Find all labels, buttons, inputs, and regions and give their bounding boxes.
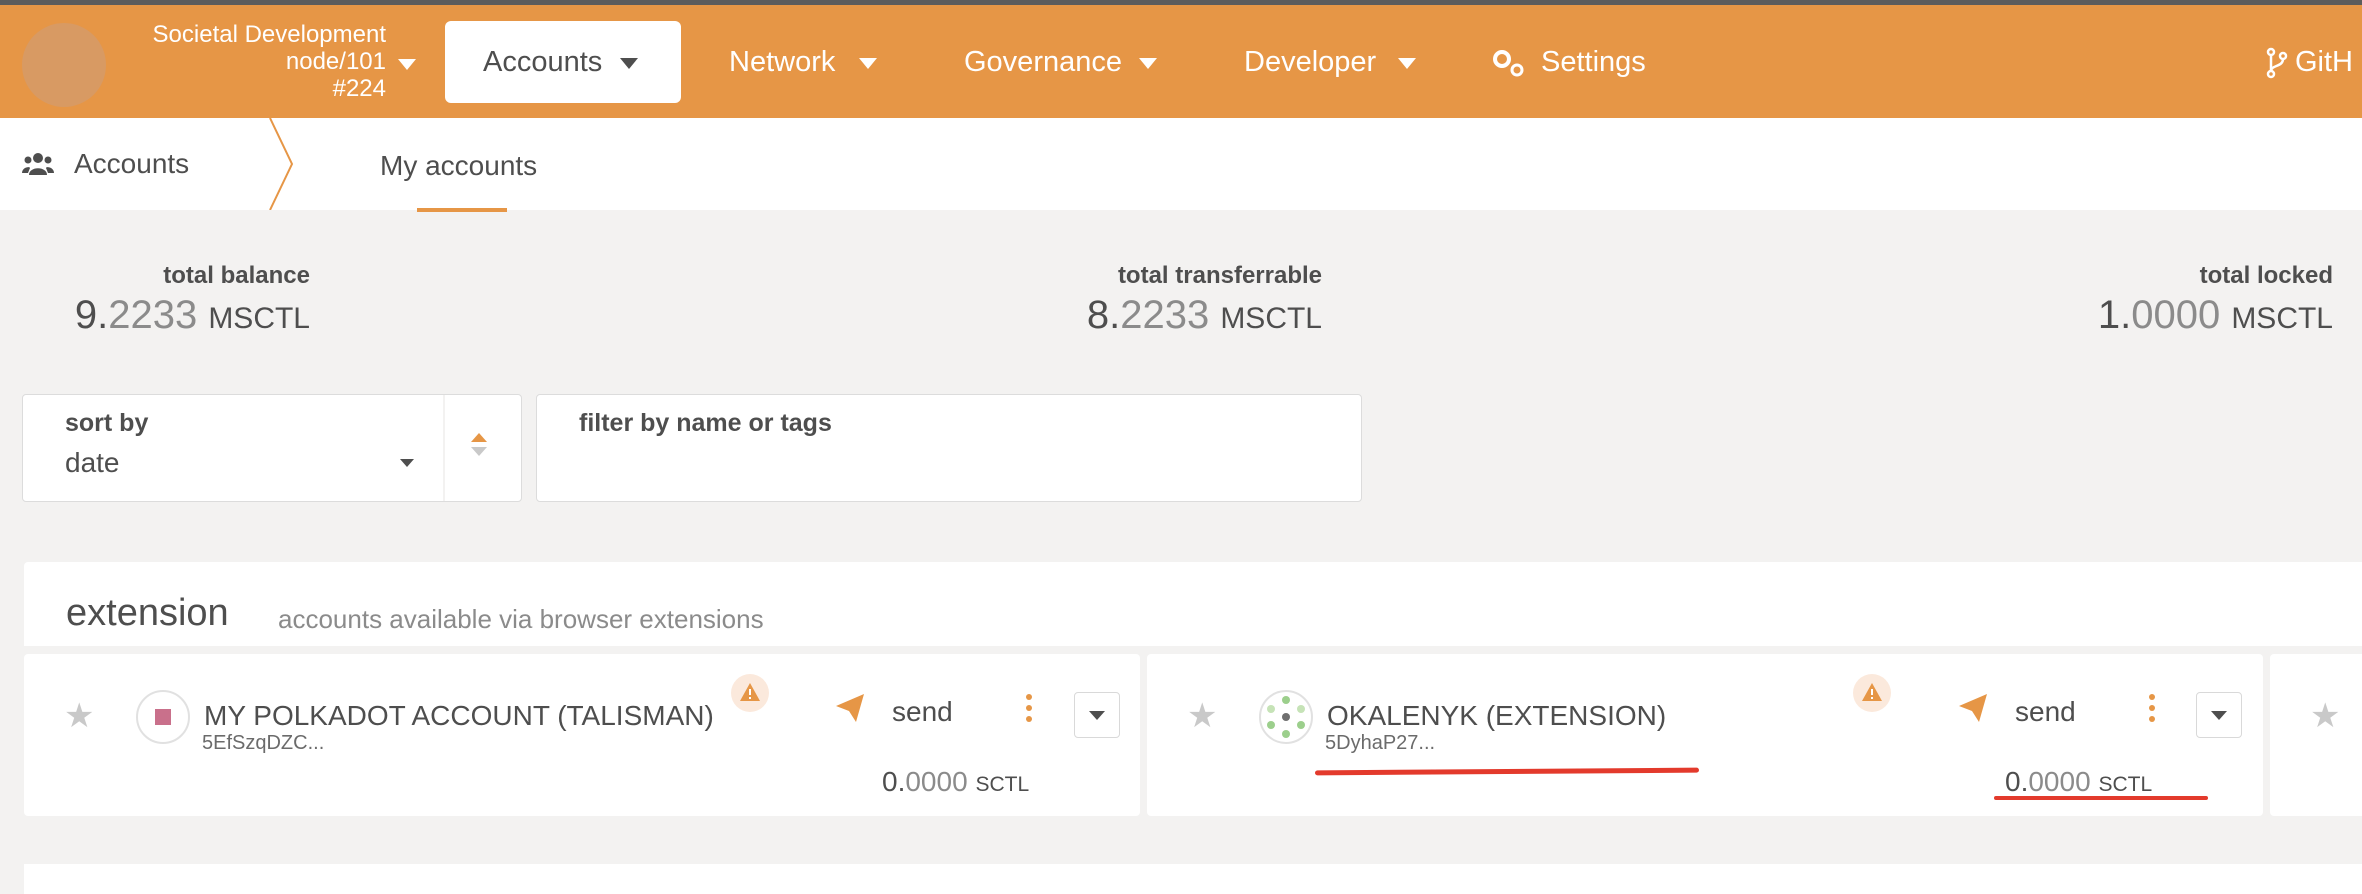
total-transferrable-dec: 2233	[1120, 293, 1210, 337]
total-locked-unit: MSCTL	[2231, 302, 2333, 335]
nav-network[interactable]: Network	[729, 46, 835, 79]
total-locked-dec: 0000	[2131, 293, 2221, 337]
breadcrumb-accounts[interactable]: Accounts	[74, 148, 189, 180]
account-balance: 0.0000 SCTL	[2005, 766, 2152, 798]
chain-selector[interactable]: Societal Development node/101 #224	[120, 21, 386, 102]
total-balance-label: total balance	[163, 262, 310, 289]
nav-github[interactable]: GitH	[2295, 46, 2353, 79]
balance-unit: SCTL	[975, 773, 1030, 796]
chevron-down-icon	[620, 58, 638, 69]
gears-icon	[1493, 50, 1524, 77]
chevron-down-icon[interactable]	[1398, 58, 1416, 69]
node-version: node/101	[285, 48, 386, 75]
total-balance-value: 9.2233 MSCTL	[30, 293, 310, 338]
nav-settings[interactable]: Settings	[1541, 46, 1646, 79]
chevron-down-icon	[2211, 711, 2227, 720]
breadcrumb-separator	[269, 118, 294, 210]
warning-icon	[731, 674, 769, 712]
block-number: #224	[332, 75, 386, 102]
sort-dropdown[interactable]: sort by date	[22, 394, 522, 502]
sub-navbar	[0, 118, 2362, 210]
expand-button[interactable]	[2196, 692, 2242, 738]
balance-int: 0.	[2005, 766, 2029, 797]
total-locked-label: total locked	[2199, 262, 2333, 289]
nav-developer[interactable]: Developer	[1244, 46, 1376, 79]
section-description: accounts available via browser extension…	[278, 604, 764, 634]
paper-plane-icon[interactable]	[1957, 692, 1989, 724]
chain-chevron-down-icon[interactable]	[398, 59, 416, 70]
balance-int: 0.	[882, 766, 906, 797]
total-balance-dec: 2233	[108, 293, 198, 337]
account-card: ★ OKALENYK (EXTENSION) 5DyhaP27... send …	[1147, 654, 2263, 816]
git-branch-icon	[2266, 47, 2288, 79]
filter-input[interactable]: filter by name or tags	[536, 394, 1362, 502]
total-transferrable-value: 8.2233 MSCTL	[1022, 293, 1322, 338]
identicon-icon[interactable]	[136, 690, 190, 744]
send-button[interactable]: send	[2015, 696, 2076, 728]
send-button[interactable]: send	[892, 696, 953, 728]
account-card-partial: ★	[2270, 654, 2362, 816]
warning-icon	[1853, 674, 1891, 712]
account-address[interactable]: 5DyhaP27...	[1325, 732, 1435, 755]
extension-section-header: extension accounts available via browser…	[24, 562, 2362, 646]
chevron-down-icon[interactable]	[859, 58, 877, 69]
balance-unit: SCTL	[2098, 773, 2153, 796]
chevron-down-icon	[400, 459, 414, 467]
balance-dec: 0000	[2028, 766, 2091, 797]
balance-dec: 0000	[905, 766, 968, 797]
total-balance-unit: MSCTL	[208, 302, 310, 335]
chain-name: Societal Development	[152, 21, 386, 48]
filter-label: filter by name or tags	[579, 409, 832, 437]
chevron-down-icon	[1089, 711, 1105, 720]
sort-desc-icon[interactable]	[471, 447, 487, 456]
next-section	[24, 864, 2362, 894]
chevron-down-icon[interactable]	[1139, 58, 1157, 69]
sort-divider	[443, 395, 445, 501]
highlight-underline-balance	[1994, 796, 2208, 800]
total-locked-int: 1.	[2097, 293, 2132, 337]
tab-my-accounts[interactable]: My accounts	[380, 150, 537, 182]
total-transferrable-int: 8.	[1086, 293, 1121, 337]
account-name[interactable]: MY POLKADOT ACCOUNT (TALISMAN)	[204, 700, 714, 732]
nav-governance[interactable]: Governance	[964, 46, 1122, 79]
total-balance-int: 9.	[74, 293, 109, 337]
sort-asc-icon[interactable]	[471, 433, 487, 442]
chain-logo-icon[interactable]	[22, 23, 106, 107]
account-name[interactable]: OKALENYK (EXTENSION)	[1327, 700, 1666, 732]
active-tab-indicator	[417, 208, 507, 212]
nav-accounts[interactable]: Accounts	[445, 21, 681, 103]
expand-button[interactable]	[1074, 692, 1120, 738]
star-icon[interactable]: ★	[64, 696, 94, 736]
sort-value: date	[65, 447, 120, 478]
total-transferrable-label: total transferrable	[1117, 262, 1322, 289]
section-title: extension	[66, 592, 229, 634]
total-transferrable-unit: MSCTL	[1220, 302, 1322, 335]
nav-accounts-label: Accounts	[483, 46, 603, 78]
star-icon[interactable]: ★	[2310, 696, 2340, 736]
account-address[interactable]: 5EfSzqDZC...	[202, 732, 324, 755]
sort-label: sort by	[65, 409, 149, 437]
account-card: ★ MY POLKADOT ACCOUNT (TALISMAN) 5EfSzqD…	[24, 654, 1140, 816]
total-locked-value: 1.0000 MSCTL	[2033, 293, 2333, 338]
more-options-icon[interactable]	[2149, 694, 2155, 727]
top-navbar: Societal Development node/101 #224 Accou…	[0, 5, 2362, 118]
paper-plane-icon[interactable]	[834, 692, 866, 724]
users-icon	[22, 153, 54, 175]
account-balance: 0.0000 SCTL	[882, 766, 1029, 798]
more-options-icon[interactable]	[1026, 694, 1032, 727]
star-icon[interactable]: ★	[1187, 696, 1217, 736]
identicon-icon[interactable]	[1259, 690, 1313, 744]
